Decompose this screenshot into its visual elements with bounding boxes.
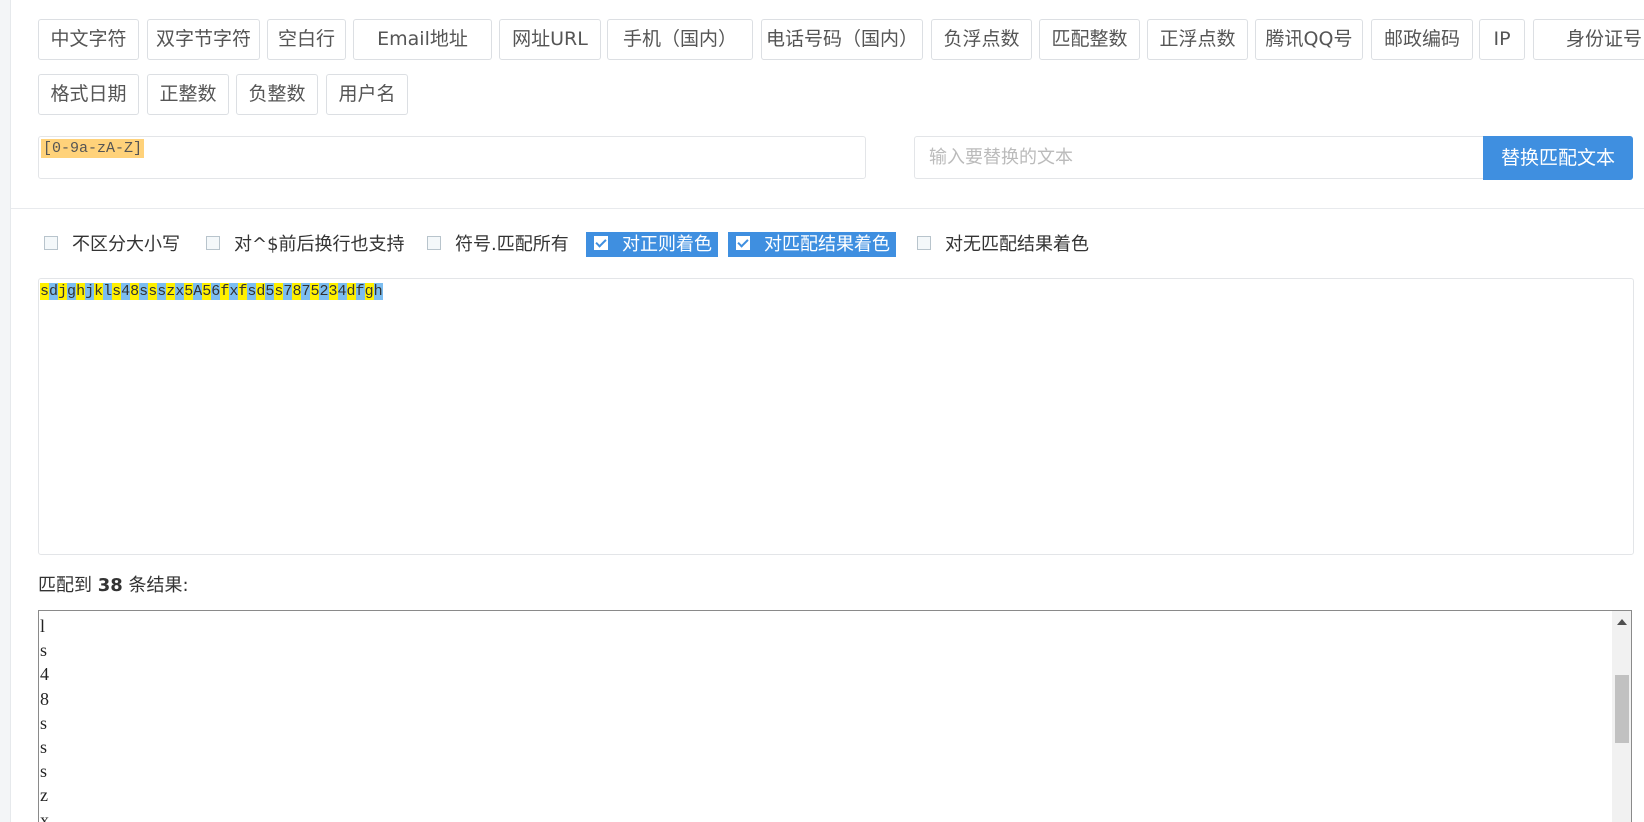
section-divider (11, 208, 1644, 209)
matched-char: j (85, 283, 95, 300)
match-count-label: 匹配到 38 条结果: (38, 575, 189, 596)
regex-input[interactable]: [0-9a-zA-Z] (38, 136, 866, 179)
matched-char: s (139, 283, 149, 300)
matched-char: k (94, 283, 104, 300)
preset-button[interactable]: 负整数 (236, 74, 318, 115)
preset-button[interactable]: Email地址 (353, 19, 492, 60)
test-text-area[interactable]: sdjghjkls48ssszx5A56fxfsd5s7875234dfgh (38, 278, 1634, 555)
result-item: s (40, 712, 48, 733)
option-checkbox[interactable]: 不区分大小写 (44, 232, 180, 257)
checkbox-icon[interactable] (427, 236, 441, 250)
match-count: 38 (97, 575, 123, 596)
matched-char: h (76, 283, 86, 300)
result-item: 4 (40, 664, 49, 685)
result-item: s (40, 640, 48, 661)
replace-text-input[interactable]: 输入要替换的文本 (914, 136, 1483, 179)
preset-button[interactable]: 邮政编码 (1371, 19, 1473, 60)
preset-button[interactable]: 正整数 (147, 74, 229, 115)
matched-char: 6 (211, 283, 221, 300)
option-label: 符号.匹配所有 (455, 234, 569, 255)
result-item: z (40, 785, 48, 806)
matched-char: s (112, 283, 122, 300)
matched-char: h (373, 283, 383, 300)
matched-char: l (103, 283, 113, 300)
matched-char: f (220, 283, 230, 300)
match-results-list[interactable]: ls48ssszx (38, 610, 1632, 822)
result-item: l (40, 616, 46, 636)
checkbox-icon[interactable] (206, 236, 220, 250)
preset-button[interactable]: 匹配整数 (1039, 19, 1140, 60)
option-checkbox[interactable]: 对无匹配结果着色 (917, 232, 1089, 257)
match-results: ls48ssszx (40, 614, 49, 822)
preset-button[interactable]: 空白行 (267, 19, 346, 60)
preset-button[interactable]: 中文字符 (38, 19, 139, 60)
matched-char: 3 (328, 283, 338, 300)
preset-button[interactable]: 双字节字符 (147, 19, 260, 60)
preset-button[interactable]: 网址URL (499, 19, 601, 60)
option-checkbox[interactable]: 对正则着色 (586, 232, 718, 257)
matched-char: 8 (130, 283, 140, 300)
matched-char: g (67, 283, 77, 300)
checkbox-icon[interactable] (44, 236, 58, 250)
checkbox-icon[interactable] (917, 236, 931, 250)
preset-button[interactable]: 负浮点数 (931, 19, 1032, 60)
option-checkbox[interactable]: 符号.匹配所有 (427, 232, 569, 257)
scroll-up-arrow-icon[interactable] (1617, 619, 1627, 625)
matched-char: g (364, 283, 374, 300)
option-checkbox[interactable]: 对^$前后换行也支持 (206, 232, 405, 257)
matched-char: s (40, 283, 50, 300)
checkbox-checked-icon[interactable] (736, 236, 750, 250)
preset-button[interactable]: 腾讯QQ号 (1255, 19, 1363, 60)
results-scrollbar[interactable] (1612, 611, 1631, 822)
matched-char: s (157, 283, 167, 300)
matched-char: f (355, 283, 365, 300)
matched-char: 2 (319, 283, 329, 300)
matched-char: 5 (202, 283, 212, 300)
left-edge-panel (0, 0, 11, 822)
scroll-thumb[interactable] (1615, 675, 1629, 743)
result-item: x (40, 809, 49, 822)
result-item: s (40, 736, 48, 757)
matched-char: s (148, 283, 158, 300)
matched-char: A (193, 283, 203, 300)
matched-char: j (58, 283, 68, 300)
option-label: 对无匹配结果着色 (945, 234, 1089, 255)
matched-char: f (238, 283, 248, 300)
matched-char: x (175, 283, 185, 300)
matched-char: d (346, 283, 356, 300)
option-label: 对匹配结果着色 (764, 234, 890, 255)
matched-char: z (166, 283, 176, 300)
replace-match-button[interactable]: 替换匹配文本 (1483, 136, 1633, 180)
matched-char: 5 (184, 283, 194, 300)
preset-button[interactable]: 格式日期 (38, 74, 139, 115)
result-item: s (40, 761, 48, 782)
preset-button[interactable]: 电话号码（国内） (761, 19, 923, 60)
option-checkbox[interactable]: 对匹配结果着色 (728, 232, 896, 257)
matched-char: d (49, 283, 59, 300)
option-label: 对正则着色 (622, 234, 712, 255)
matched-char: x (229, 283, 239, 300)
regex-value: [0-9a-zA-Z] (41, 139, 145, 158)
option-label: 对^$前后换行也支持 (234, 234, 405, 255)
preset-button[interactable]: 身份证号 (1533, 19, 1644, 60)
matched-char: 4 (121, 283, 131, 300)
test-text-content: sdjghjkls48ssszx5A56fxfsd5s7875234dfgh (40, 282, 383, 301)
preset-button[interactable]: IP (1479, 19, 1525, 60)
option-label: 不区分大小写 (72, 234, 180, 255)
preset-button[interactable]: 手机（国内） (607, 19, 753, 60)
checkbox-checked-icon[interactable] (594, 236, 608, 250)
preset-button[interactable]: 正浮点数 (1147, 19, 1248, 60)
result-item: 8 (40, 688, 49, 709)
matched-char: 4 (337, 283, 347, 300)
preset-button[interactable]: 用户名 (326, 74, 408, 115)
